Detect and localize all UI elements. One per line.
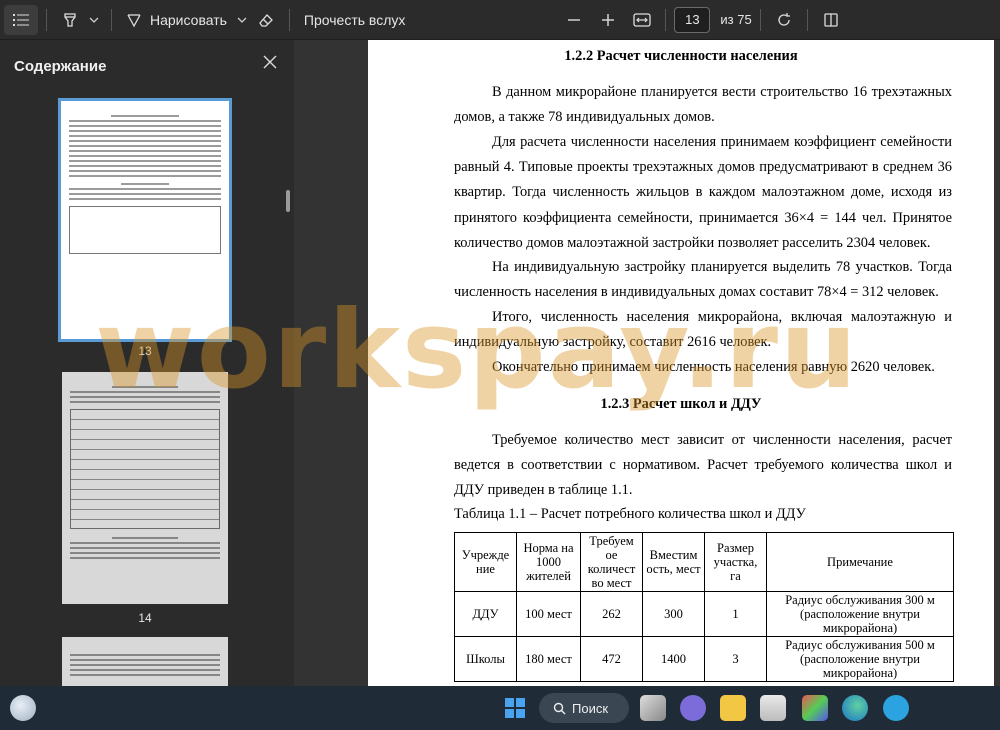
minus-icon — [568, 18, 581, 21]
toolbar-divider — [806, 8, 808, 31]
eraser-icon — [259, 13, 273, 27]
draw-options-button[interactable] — [233, 5, 251, 35]
close-sidebar-button[interactable] — [261, 54, 279, 72]
toolbar-divider — [46, 8, 47, 31]
toolbar-divider — [288, 8, 290, 31]
windows-icon — [505, 698, 525, 718]
toolbar: Нарисовать Прочесть вслух из 75 — [0, 0, 1000, 40]
page-view-button[interactable] — [816, 5, 846, 35]
toolbar-divider — [759, 8, 761, 31]
table-row: ДДУ 100 мест 262 300 1 Радиус обслуживан… — [454, 591, 954, 637]
highlight-options-button[interactable] — [85, 5, 103, 35]
table-cell: 1400 — [642, 636, 705, 682]
toolbar-divider — [665, 8, 667, 31]
table-header-row: Учрежде ние Норма на 1000 жителей Требуе… — [454, 532, 954, 592]
taskbar-search[interactable]: Поиск — [539, 693, 629, 723]
sidebar-title: Содержание — [14, 58, 107, 75]
pen-icon — [127, 13, 141, 27]
paragraph: Требуемое количество мест зависит от чис… — [454, 432, 952, 499]
table-header-cell: Учрежде ние — [454, 532, 517, 592]
table-cell: Радиус обслуживания 500 м (расположение … — [766, 636, 954, 682]
document-page: 1.2.2 Расчет численности населения В дан… — [368, 40, 994, 686]
table-caption: Таблица 1.1 – Расчет потребного количест… — [454, 506, 806, 522]
fit-page-button[interactable] — [627, 5, 657, 35]
page-thumbnail-15[interactable] — [62, 637, 228, 689]
toolbar-divider — [111, 8, 112, 31]
weather-widget[interactable] — [10, 695, 36, 721]
list-icon — [13, 13, 29, 26]
page-view-icon — [824, 12, 838, 27]
thumbnail-label-14: 14 — [138, 611, 152, 625]
start-button[interactable] — [502, 695, 528, 721]
section-heading: 1.2.2 Расчет численности населения — [564, 48, 798, 64]
table-cell: 100 мест — [516, 591, 581, 637]
table-cell: 300 — [642, 591, 705, 637]
contents-toggle-button[interactable] — [4, 4, 38, 35]
table-cell: 3 — [704, 636, 767, 682]
sidebar-scrollbar[interactable] — [286, 190, 290, 212]
chevron-down-icon — [237, 17, 247, 23]
table-row: Школы 180 мест 472 1400 3 Радиус обслужи… — [454, 636, 954, 682]
highlight-button[interactable] — [55, 5, 85, 35]
page-thumbnail-13[interactable] — [58, 98, 232, 342]
table-cell: Школы — [454, 636, 517, 682]
chat-app-icon[interactable] — [680, 695, 706, 721]
highlighter-icon — [64, 12, 76, 27]
draw-label: Нарисовать — [150, 11, 227, 28]
draw-button[interactable]: Нарисовать — [120, 5, 233, 35]
schools-table: Учрежде ние Норма на 1000 жителей Требуе… — [454, 532, 954, 682]
table-cell: 262 — [580, 591, 643, 637]
read-aloud-button[interactable]: Прочесть вслух — [298, 5, 411, 35]
table-header-cell: Норма на 1000 жителей — [516, 532, 581, 592]
table-cell: Радиус обслуживания 300 м (расположение … — [766, 591, 954, 637]
telegram-icon[interactable] — [883, 695, 909, 721]
search-icon — [553, 702, 566, 714]
eraser-button[interactable] — [251, 5, 281, 35]
thumbnail-label-13: 13 — [138, 344, 152, 358]
search-label: Поиск — [572, 700, 609, 716]
table-header-cell: Примечание — [766, 532, 954, 592]
paragraph: На индивидуальную застройку планируется … — [454, 259, 952, 301]
chevron-down-icon — [89, 17, 99, 23]
document-viewer[interactable]: 1.2.2 Расчет численности населения В дан… — [294, 40, 1000, 686]
page-thumbnail-14[interactable] — [62, 372, 228, 604]
task-view-icon[interactable] — [640, 695, 666, 721]
plus-icon — [602, 13, 615, 26]
taskbar: Поиск — [0, 686, 1000, 730]
page-number-input[interactable] — [674, 6, 711, 33]
read-aloud-label: Прочесть вслух — [303, 11, 406, 28]
store-icon[interactable] — [760, 695, 786, 721]
edge-browser-icon[interactable] — [842, 695, 868, 721]
page-total-label: из 75 — [720, 12, 752, 27]
section-heading: 1.2.3 Расчет школ и ДДУ — [600, 396, 762, 412]
zoom-in-button[interactable] — [593, 5, 623, 35]
contents-sidebar: Содержание 13 14 — [0, 40, 294, 689]
app-icon[interactable] — [802, 695, 828, 721]
table-cell: 472 — [580, 636, 643, 682]
table-cell: 1 — [704, 591, 767, 637]
rotate-icon — [778, 12, 790, 26]
fit-width-icon — [633, 12, 652, 27]
table-cell: 180 мест — [516, 636, 581, 682]
paragraph: Окончательно принимаем численность насел… — [492, 359, 935, 375]
table-header-cell: Вместим ость, мест — [642, 532, 705, 592]
table-header-cell: Требуем ое количест во мест — [580, 532, 643, 592]
paragraph: Итого, численность населения микрорайона… — [454, 309, 952, 351]
paragraph: В данном микрорайоне планируется вести с… — [454, 84, 952, 126]
table-cell: ДДУ — [454, 591, 517, 637]
rotate-button[interactable] — [769, 5, 799, 35]
file-explorer-icon[interactable] — [720, 695, 746, 721]
paragraph: Для расчета численности населения приним… — [454, 134, 952, 251]
close-icon — [263, 55, 277, 69]
table-header-cell: Размер участка, га — [704, 532, 767, 592]
zoom-out-button[interactable] — [559, 5, 589, 35]
